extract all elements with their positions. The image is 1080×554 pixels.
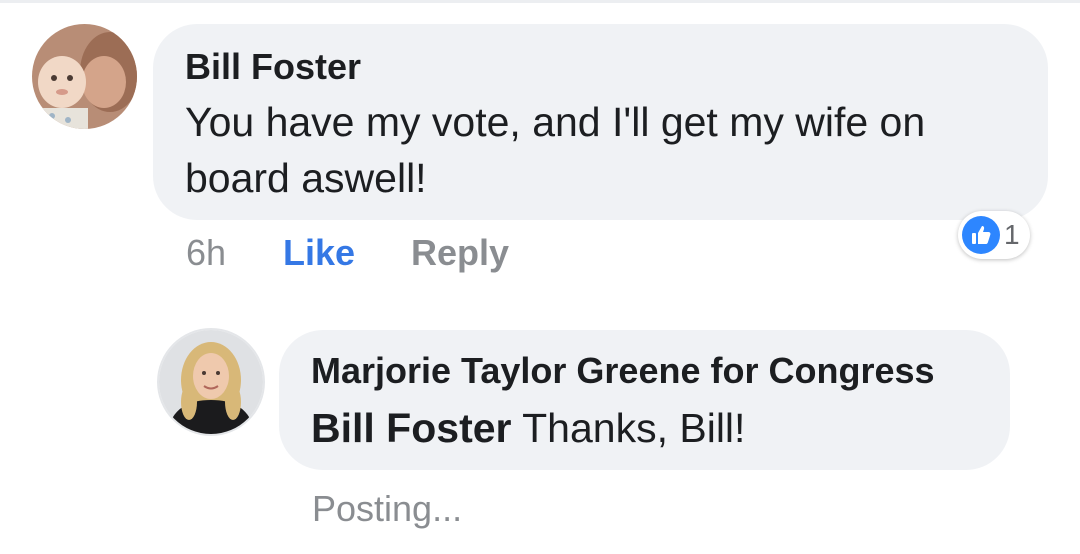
comment-author[interactable]: Bill Foster [185, 46, 361, 88]
reply-text: Bill Foster Thanks, Bill! [311, 400, 745, 456]
reaction-count: 1 [1004, 219, 1020, 250]
top-divider [0, 0, 1080, 3]
thumbs-up-icon [962, 216, 1000, 254]
avatar[interactable] [159, 330, 263, 434]
comment-text: You have my vote, and I'll get my wife o… [185, 99, 926, 201]
reply-bubble: Marjorie Taylor Greene for Congress Bill… [279, 330, 1010, 470]
reply-author[interactable]: Marjorie Taylor Greene for Congress [311, 350, 935, 392]
profile-photo [32, 24, 137, 129]
reply-message: Thanks, Bill! [511, 405, 746, 451]
comment-timestamp[interactable]: 6h [186, 232, 226, 274]
like-button[interactable]: Like [283, 232, 355, 274]
avatar[interactable] [32, 24, 137, 129]
posting-status: Posting... [312, 488, 463, 529]
mention-tag[interactable]: Bill Foster [311, 405, 511, 451]
reaction-summary[interactable]: 1 [958, 211, 1030, 259]
profile-photo [159, 330, 263, 434]
reply-button[interactable]: Reply [411, 232, 509, 274]
comment-bubble: Bill Foster You have my vote, and I'll g… [153, 24, 1048, 220]
